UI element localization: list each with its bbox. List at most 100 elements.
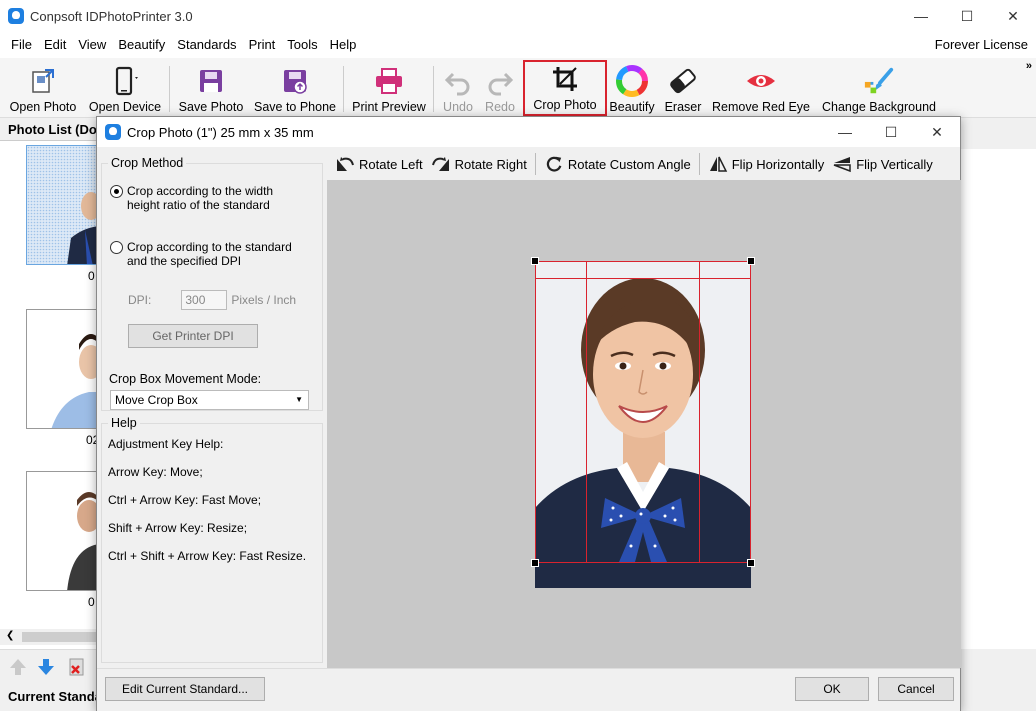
crop-photo-button[interactable]: Crop Photo [523,60,607,116]
crop-guide-line [586,262,587,562]
phone-icon [109,65,141,97]
crop-method-title: Crop Method [108,156,187,170]
dialog-close-button[interactable]: ✕ [914,117,960,147]
radio-selected-icon[interactable] [110,185,123,198]
undo-button[interactable]: Undo [439,62,477,116]
menu-help[interactable]: Help [324,32,363,58]
rotate-custom-angle-button[interactable]: Rotate Custom Angle [544,155,691,173]
app-titlebar: Conpsoft IDPhotoPrinter 3.0 — ☐ ✕ [0,0,1036,32]
menu-standards[interactable]: Standards [171,32,242,58]
photo-thumbnail[interactable] [26,471,98,591]
crop-by-dpi-option[interactable]: Crop according to the standard and the sp… [110,240,292,268]
crop-handle-bottom-left[interactable] [531,559,539,567]
menu-edit[interactable]: Edit [38,32,72,58]
current-standard-label: Current Standa [0,683,98,711]
close-button[interactable]: ✕ [990,0,1036,32]
dropdown-caret-icon: ▼ [295,395,303,404]
app-title: Conpsoft IDPhotoPrinter 3.0 [30,8,193,24]
crop-canvas[interactable] [327,180,961,668]
flip-horizontal-icon [709,156,727,172]
menu-tools[interactable]: Tools [281,32,323,58]
toolbar-separator [343,66,344,112]
help-title: Help [108,416,140,430]
brush-icon [863,65,895,97]
minimize-button[interactable]: — [898,0,944,32]
ok-button[interactable]: OK [795,677,869,701]
menu-file[interactable]: File [5,32,38,58]
menu-beautify[interactable]: Beautify [112,32,171,58]
move-up-icon[interactable] [8,657,28,677]
movement-mode-label: Crop Box Movement Mode: [109,372,262,386]
printer-icon [373,65,405,97]
save-to-phone-button[interactable]: Save to Phone [251,62,339,116]
crop-photo-dialog: Crop Photo (1") 25 mm x 35 mm — ☐ ✕ Crop… [96,116,961,711]
toolbar-overflow-button[interactable]: » [1026,60,1032,72]
photo-thumbnail[interactable] [26,145,98,265]
edit-toolbar-separator [698,153,700,175]
eraser-icon [667,65,699,97]
menu-view[interactable]: View [72,32,112,58]
delete-photo-icon[interactable] [66,657,88,677]
save-to-phone-icon [279,65,311,97]
crop-handle-top-right[interactable] [747,257,755,265]
color-wheel-icon [616,65,648,97]
thumbnail-image [27,146,97,264]
edit-current-standard-button[interactable]: Edit Current Standard... [105,677,265,701]
app-logo-icon [8,8,24,24]
dialog-title: Crop Photo (1") 25 mm x 35 mm [127,124,314,140]
crop-box[interactable] [531,257,755,567]
flip-vertically-button[interactable]: Flip Vertically [832,155,933,173]
photo-list-tools [0,649,98,683]
dpi-input[interactable] [181,290,228,310]
dpi-unit-label: Pixels / Inch [231,293,297,307]
redo-button[interactable]: Redo [481,62,519,116]
crop-edit-toolbar: Rotate Left Rotate Right Rotate Custom A… [327,149,957,179]
thumbnail-label: 0 [88,595,95,609]
open-photo-button[interactable]: Open Photo [6,62,80,116]
crop-by-ratio-option[interactable]: Crop according to the width height ratio … [110,184,273,212]
menu-print[interactable]: Print [243,32,282,58]
thumbnail-image [27,472,97,590]
photo-list-panel: Photo List (Do 0 02 0 ❮ Current Standa [0,119,99,711]
maximize-button[interactable]: ☐ [944,0,990,32]
undo-icon [442,65,474,97]
dialog-titlebar: Crop Photo (1") 25 mm x 35 mm — ☐ ✕ [97,117,960,147]
beautify-button[interactable]: Beautify [607,62,657,116]
scroll-left-icon[interactable]: ❮ [6,630,14,641]
open-device-button[interactable]: Open Device [86,62,164,116]
menu-bar: File Edit View Beautify Standards Print … [0,32,1036,58]
photo-list-scrollbar[interactable]: ❮ [0,629,98,645]
right-panel-content [960,149,1036,649]
print-preview-button[interactable]: Print Preview [349,62,429,116]
flip-horizontally-button[interactable]: Flip Horizontally [708,155,824,173]
radio-unselected-icon[interactable] [110,241,123,254]
help-line: Shift + Arrow Key: Resize; [108,521,248,535]
get-printer-dpi-button[interactable]: Get Printer DPI [128,324,258,348]
help-group: Help Adjustment Key Help: Arrow Key: Mov… [101,416,323,663]
main-toolbar: Open Photo Open Device Save Photo Save t… [0,58,1036,118]
eraser-button[interactable]: Eraser [660,62,706,116]
dpi-label: DPI: [128,293,152,307]
help-line: Ctrl + Shift + Arrow Key: Fast Resize. [108,549,307,563]
license-label: Forever License [934,37,1028,52]
dialog-button-bar: Edit Current Standard... OK Cancel [97,668,960,711]
dialog-maximize-button[interactable]: ☐ [868,117,914,147]
save-photo-button[interactable]: Save Photo [176,62,246,116]
redo-icon [484,65,516,97]
rotate-left-button[interactable]: Rotate Left [335,155,423,173]
cancel-button[interactable]: Cancel [878,677,954,701]
movement-mode-select[interactable]: Move Crop Box ▼ [110,390,309,410]
remove-red-eye-button[interactable]: Remove Red Eye [709,62,813,116]
crop-handle-top-left[interactable] [531,257,539,265]
crop-handle-bottom-right[interactable] [747,559,755,567]
change-background-button[interactable]: Change Background [817,62,941,116]
dialog-minimize-button[interactable]: — [822,117,868,147]
move-down-icon[interactable] [36,657,56,677]
help-line: Arrow Key: Move; [108,465,203,479]
photo-thumbnail[interactable] [26,309,98,429]
scroll-thumb[interactable] [22,632,98,642]
red-eye-icon [745,65,777,97]
dialog-logo-icon [105,124,121,140]
rotate-right-button[interactable]: Rotate Right [431,155,527,173]
crop-guide-line [536,278,750,279]
